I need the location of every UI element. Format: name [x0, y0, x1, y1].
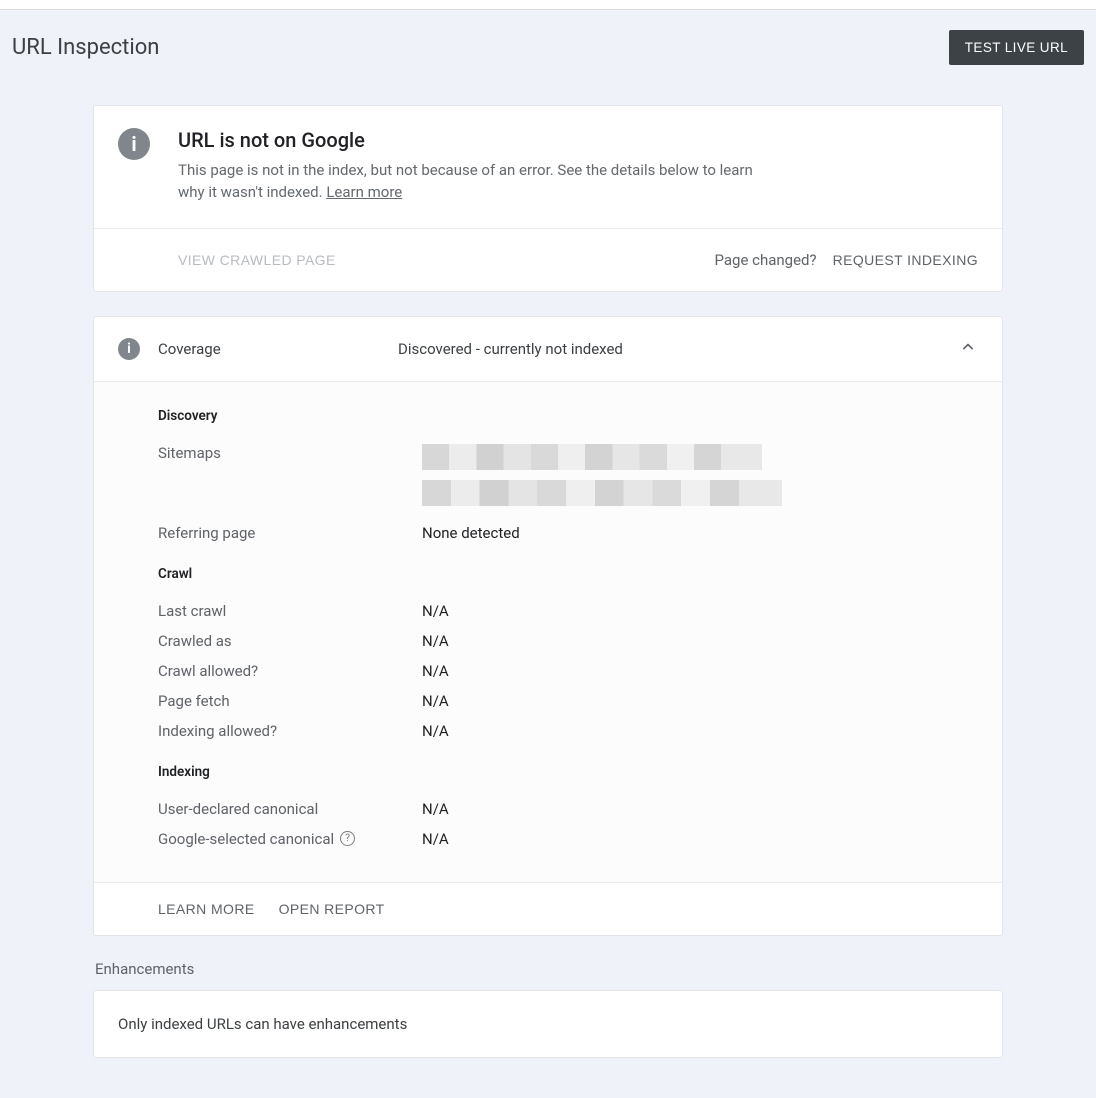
crawl-row-value: N/A	[422, 722, 449, 740]
coverage-value: Discovered - currently not indexed	[398, 340, 623, 358]
status-card-actions: VIEW CRAWLED PAGE Page changed? REQUEST …	[94, 228, 1002, 291]
discovery-heading: Discovery	[158, 408, 978, 424]
crawl-row-label: Crawl allowed?	[158, 662, 422, 680]
crawl-row-value: N/A	[422, 662, 449, 680]
redacted-sitemap-2	[422, 480, 782, 506]
referring-page-row: Referring page None detected	[158, 524, 978, 542]
crawl-row-label: Page fetch	[158, 692, 422, 710]
enhancements-label: Enhancements	[95, 960, 1003, 978]
indexing-heading: Indexing	[158, 764, 978, 780]
crawl-row-label: Crawled as	[158, 632, 422, 650]
coverage-label: Coverage	[158, 340, 398, 358]
crawl-row: Indexing allowed?N/A	[158, 722, 978, 740]
indexing-row: User-declared canonicalN/A	[158, 800, 978, 818]
crawl-row-label: Indexing allowed?	[158, 722, 422, 740]
view-crawled-page-button: VIEW CRAWLED PAGE	[178, 252, 336, 268]
enhancements-card: Only indexed URLs can have enhancements	[93, 990, 1003, 1058]
crawl-row: Crawl allowed?N/A	[158, 662, 978, 680]
page-changed-label: Page changed?	[714, 251, 816, 269]
crawl-row-label: Last crawl	[158, 602, 422, 620]
info-icon: i	[118, 128, 150, 160]
crawl-row: Page fetchN/A	[158, 692, 978, 710]
crawl-row: Last crawlN/A	[158, 602, 978, 620]
page-title: URL Inspection	[12, 35, 159, 60]
crawl-row: Crawled asN/A	[158, 632, 978, 650]
status-card: i URL is not on Google This page is not …	[93, 105, 1003, 292]
status-description: This page is not in the index, but not b…	[178, 160, 758, 204]
status-title: URL is not on Google	[178, 128, 758, 152]
redacted-sitemap-1	[422, 444, 762, 470]
coverage-card: i Coverage Discovered - currently not in…	[93, 316, 1003, 936]
crawl-row-value: N/A	[422, 632, 449, 650]
coverage-footer: LEARN MORE OPEN REPORT	[94, 882, 1002, 935]
learn-more-button[interactable]: LEARN MORE	[158, 901, 255, 917]
crawl-row-value: N/A	[422, 602, 449, 620]
crawl-row-value: N/A	[422, 692, 449, 710]
top-white-bar	[0, 0, 1096, 10]
sitemaps-label: Sitemaps	[158, 444, 422, 462]
indexing-row-value: N/A	[422, 830, 449, 848]
learn-more-link[interactable]: Learn more	[326, 183, 402, 201]
page-header: URL Inspection TEST LIVE URL	[0, 10, 1096, 75]
crawl-heading: Crawl	[158, 566, 978, 582]
referring-page-label: Referring page	[158, 524, 422, 542]
referring-page-value: None detected	[422, 524, 520, 542]
request-indexing-button[interactable]: REQUEST INDEXING	[833, 252, 978, 268]
coverage-header[interactable]: i Coverage Discovered - currently not in…	[94, 317, 1002, 381]
info-icon: i	[118, 338, 140, 360]
test-live-url-button[interactable]: TEST LIVE URL	[949, 30, 1084, 65]
indexing-row-value: N/A	[422, 800, 449, 818]
enhancements-message: Only indexed URLs can have enhancements	[118, 1015, 407, 1033]
open-report-button[interactable]: OPEN REPORT	[279, 901, 385, 917]
sitemaps-row: Sitemaps	[158, 444, 978, 506]
indexing-row-label: Google-selected canonical?	[158, 830, 422, 848]
indexing-row: Google-selected canonical?N/A	[158, 830, 978, 848]
coverage-body: Discovery Sitemaps Referring page None d…	[94, 381, 1002, 882]
indexing-row-label: User-declared canonical	[158, 800, 422, 818]
sitemaps-value	[422, 444, 782, 506]
help-icon[interactable]: ?	[340, 831, 355, 846]
chevron-up-icon	[958, 337, 978, 361]
